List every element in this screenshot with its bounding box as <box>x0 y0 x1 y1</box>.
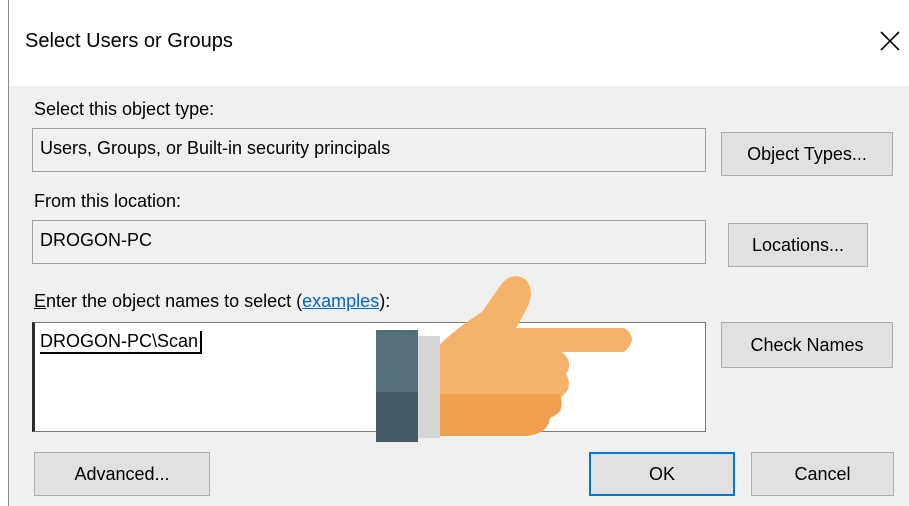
object-type-label: Select this object type: <box>34 99 215 119</box>
check-names-button[interactable]: Check Names <box>721 322 893 368</box>
title-bar: Select Users or Groups <box>9 0 909 86</box>
object-names-label: Enter the object names to select (exampl… <box>34 291 390 312</box>
object-type-field: Users, Groups, or Built-in security prin… <box>32 128 706 172</box>
location-value: DROGON-PC <box>40 230 152 250</box>
pointing-hand-icon <box>376 276 632 442</box>
object-names-value: DROGON-PC\Scan <box>40 331 203 354</box>
sleeve-shadow <box>376 392 418 442</box>
location-label: From this location: <box>34 191 182 211</box>
cuff <box>418 336 440 438</box>
close-icon <box>880 31 900 51</box>
advanced-button[interactable]: Advanced... <box>34 452 210 496</box>
locations-button[interactable]: Locations... <box>728 223 868 267</box>
object-names-label-text: nter the object names to select ( <box>46 291 303 311</box>
cancel-button[interactable]: Cancel <box>751 452 894 496</box>
close-button[interactable] <box>873 24 907 58</box>
examples-link[interactable]: examples <box>302 291 379 311</box>
ok-button[interactable]: OK <box>589 452 735 496</box>
hand-shadow <box>440 394 562 436</box>
object-type-value: Users, Groups, or Built-in security prin… <box>40 138 391 158</box>
object-names-label-accesskey: E <box>34 291 47 311</box>
location-field: DROGON-PC <box>32 220 706 264</box>
dialog-title: Select Users or Groups <box>25 30 233 52</box>
object-types-button[interactable]: Object Types... <box>721 132 893 176</box>
